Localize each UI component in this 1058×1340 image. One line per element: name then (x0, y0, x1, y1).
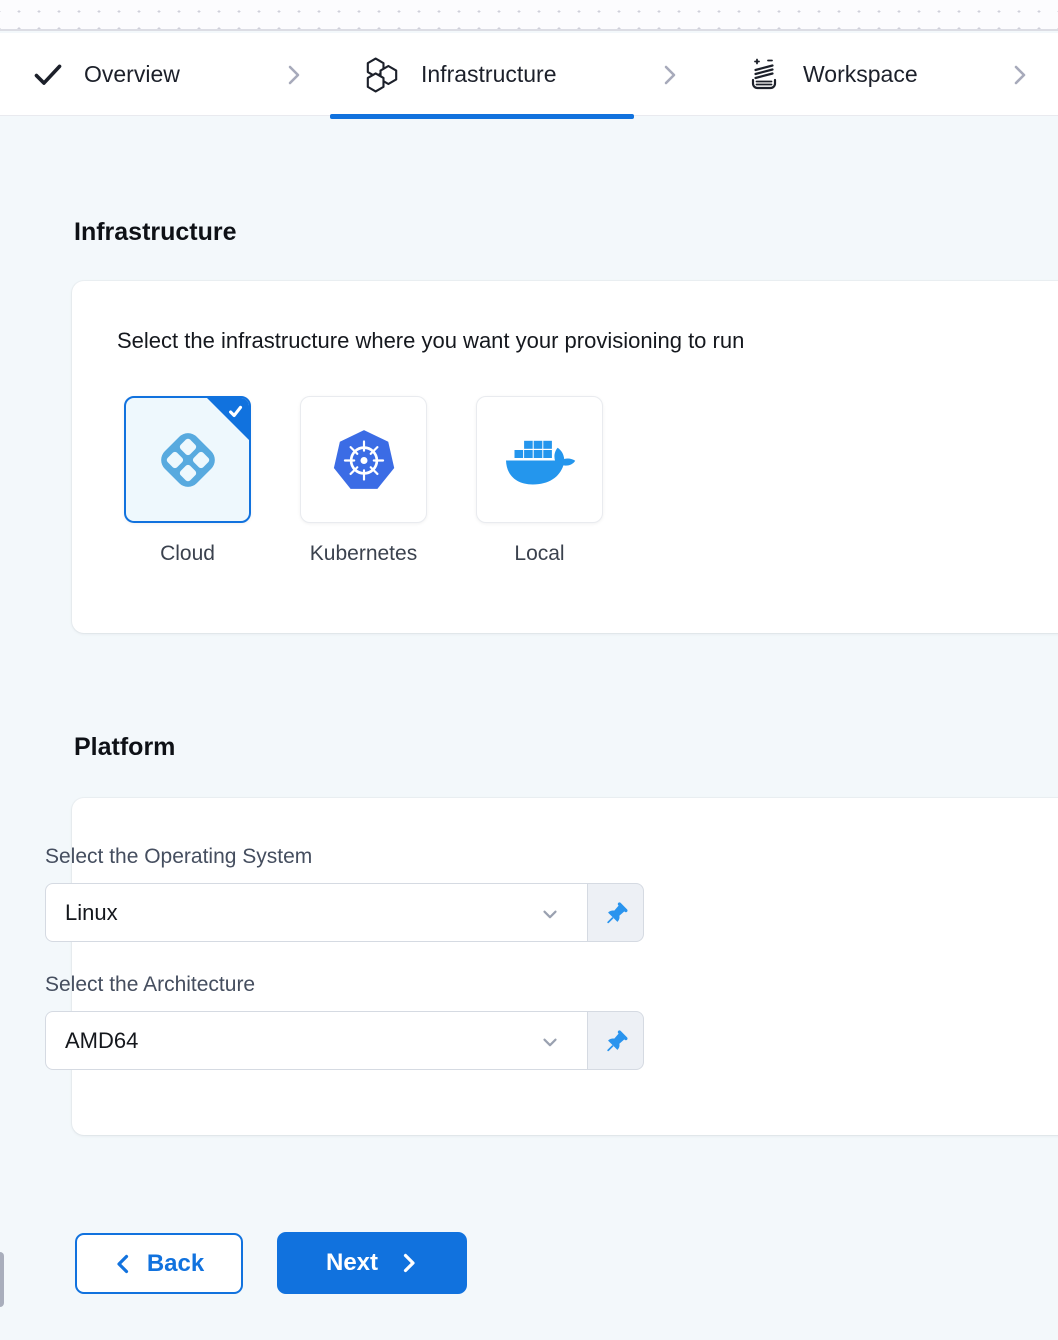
step-tab-workspace[interactable]: Workspace (746, 33, 918, 116)
scrollbar-thumb[interactable] (0, 1252, 4, 1307)
infra-option-label-local: Local (514, 542, 564, 566)
os-select-label: Select the Operating System (45, 845, 312, 869)
pushpin-icon (603, 1028, 629, 1054)
active-step-underline (330, 114, 634, 119)
chevron-right-separator-icon (1008, 33, 1032, 116)
pushpin-icon (603, 900, 629, 926)
infrastructure-panel: Select the infrastructure where you want… (72, 281, 1058, 633)
infra-option-cloud[interactable] (124, 396, 251, 523)
chevron-down-icon (539, 903, 561, 925)
step-label-overview: Overview (84, 61, 180, 88)
dotted-pattern-strip (0, 0, 1058, 31)
chevron-right-separator-icon (282, 33, 306, 116)
infrastructure-options: Cloud (124, 396, 603, 566)
selected-check-icon (224, 401, 246, 423)
platform-section-heading: Platform (74, 733, 175, 762)
architecture-select-label: Select the Architecture (45, 973, 255, 997)
back-button-label: Back (147, 1250, 204, 1278)
architecture-select[interactable]: AMD64 (45, 1011, 588, 1070)
architecture-select-row: AMD64 (45, 1011, 644, 1070)
infra-option-label-cloud: Cloud (160, 542, 215, 566)
step-tab-infrastructure[interactable]: Infrastructure (364, 33, 557, 116)
check-icon (33, 60, 63, 90)
next-button[interactable]: Next (277, 1232, 467, 1294)
infra-option-label-kubernetes: Kubernetes (310, 542, 417, 566)
hexagons-icon (364, 57, 400, 93)
infra-option-kubernetes[interactable] (300, 396, 427, 523)
kubernetes-icon (331, 427, 397, 493)
back-button[interactable]: Back (75, 1233, 243, 1294)
chevron-left-icon (114, 1253, 132, 1275)
infrastructure-prompt: Select the infrastructure where you want… (117, 328, 744, 354)
os-select-row: Linux (45, 883, 644, 942)
architecture-pin-button[interactable] (588, 1011, 644, 1070)
chevron-right-separator-icon (658, 33, 682, 116)
step-tab-overview[interactable]: Overview (33, 33, 180, 116)
infra-option-local[interactable] (476, 396, 603, 523)
chevron-down-icon (539, 1031, 561, 1053)
architecture-select-value: AMD64 (65, 1028, 138, 1054)
os-select-value: Linux (65, 900, 118, 926)
step-label-infrastructure: Infrastructure (421, 61, 557, 88)
os-select[interactable]: Linux (45, 883, 588, 942)
cloud-provider-icon (149, 421, 227, 499)
chevron-right-icon (400, 1252, 418, 1274)
infrastructure-section-heading: Infrastructure (74, 218, 237, 247)
os-pin-button[interactable] (588, 883, 644, 942)
docker-icon (500, 428, 580, 492)
step-label-workspace: Workspace (803, 61, 918, 88)
next-button-label: Next (326, 1249, 378, 1277)
layers-icon (746, 57, 782, 93)
wizard-step-navbar: Overview Infrastructure (0, 33, 1058, 116)
